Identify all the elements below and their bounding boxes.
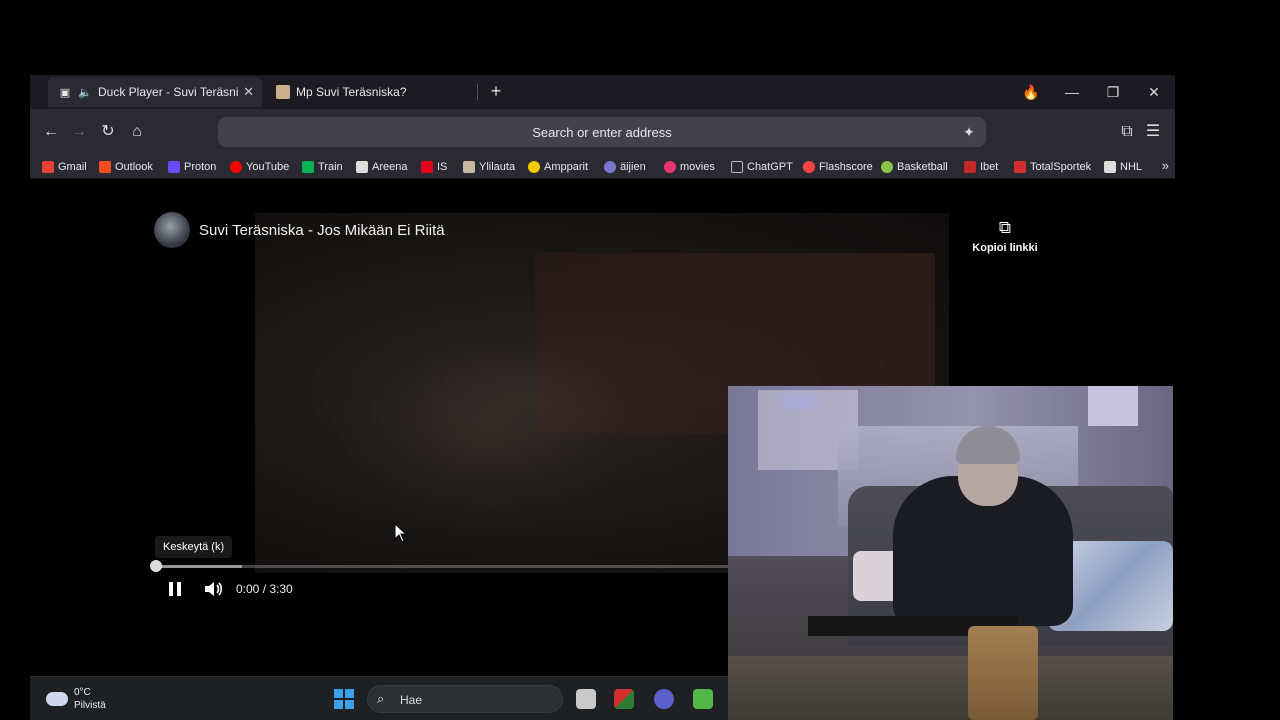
tab-strip: ▣ 🔈 Duck Player - Suvi Teräsniska ✕ Mp S… (30, 75, 1175, 109)
pause-button[interactable] (162, 576, 188, 602)
gmail-icon (42, 161, 54, 173)
windows-taskbar: 0°C Pilvistä ⌕ Hae (30, 676, 728, 720)
video-header: Suvi Teräsniska - Jos Mikään Ei Riitä (154, 212, 445, 248)
taskbar-search[interactable]: ⌕ Hae (367, 685, 563, 713)
youtube-icon (230, 161, 242, 173)
search-icon: ⌕ (377, 691, 385, 706)
bookmarks-bar: Gmail Outlook Proton YouTube Train Areen… (30, 155, 1175, 179)
tab-duck-player[interactable]: ▣ 🔈 Duck Player - Suvi Teräsniska ✕ (48, 77, 262, 107)
forward-button[interactable]: → (68, 121, 90, 143)
close-window-button[interactable]: ✕ (1142, 81, 1166, 103)
file-explorer-icon[interactable] (576, 689, 596, 709)
restore-button[interactable]: ❐ (1101, 81, 1125, 103)
channel-avatar[interactable] (154, 212, 190, 248)
bookmark-areena[interactable]: Areena (356, 159, 407, 175)
app-green-icon[interactable] (693, 689, 713, 709)
tab-title: Mp Suvi Teräsniska? (296, 85, 407, 99)
bookmark-gmail[interactable]: Gmail (42, 159, 87, 175)
proton-icon (168, 161, 180, 173)
bookmark-train[interactable]: Train (302, 159, 343, 175)
obs-icon[interactable] (654, 689, 674, 709)
basketball-icon (881, 161, 893, 173)
start-button[interactable] (334, 689, 354, 709)
volume-button[interactable] (200, 576, 226, 602)
address-placeholder: Search or enter address (532, 125, 672, 140)
copy-link-button[interactable]: ⧉ Kopioi linkki (960, 218, 1050, 254)
duck-player-icon: ▣ (59, 86, 71, 99)
progress-scrubber[interactable] (150, 560, 162, 572)
back-button[interactable]: ← (40, 121, 62, 143)
fire-button[interactable]: 🔥 (1019, 81, 1043, 103)
tab-mp-suvi[interactable]: Mp Suvi Teräsniska? (266, 77, 466, 107)
pause-icon (169, 582, 181, 596)
ylilauta-icon (463, 161, 475, 173)
bookmark-proton[interactable]: Proton (168, 159, 216, 175)
screen: ▣ 🔈 Duck Player - Suvi Teräsniska ✕ Mp S… (0, 0, 1280, 720)
video-title[interactable]: Suvi Teräsniska - Jos Mikään Ei Riitä (199, 222, 445, 239)
buffered-bar (156, 565, 242, 568)
copy-link-label: Kopioi linkki (972, 242, 1038, 254)
heart-icon (664, 161, 676, 173)
copy-icon: ⧉ (998, 218, 1012, 237)
nhl-icon (1104, 161, 1116, 173)
duck-ai-icon[interactable]: ✦ (960, 123, 978, 141)
address-bar[interactable]: Search or enter address ✦ (218, 117, 986, 147)
navigation-bar: ← → ↻ ⌂ Search or enter address ✦ ⧉ ☰ (30, 109, 1175, 155)
bookmarks-overflow-icon[interactable]: » (1162, 158, 1169, 173)
webcam-overlay (728, 386, 1173, 720)
areena-icon (356, 161, 368, 173)
bookmark-basketball[interactable]: Basketball (881, 159, 948, 175)
time-display: 0:00 / 3:30 (236, 582, 293, 596)
progress-bar[interactable] (156, 565, 728, 568)
windows-logo-icon (99, 161, 111, 173)
close-tab-icon[interactable]: ✕ (243, 84, 254, 100)
downloads-icon[interactable]: ⧉ (1116, 121, 1138, 143)
app-icon[interactable] (614, 689, 634, 709)
bookmark-ampparit[interactable]: Ampparit (528, 159, 588, 175)
weather-temperature: 0°C (74, 687, 91, 698)
windows-logo-icon (334, 689, 343, 698)
totalsportek-icon (1014, 161, 1026, 173)
speaker-icon[interactable]: 🔈 (78, 85, 92, 99)
train-icon (302, 161, 314, 173)
pause-tooltip: Keskeytä (k) (155, 536, 233, 558)
bookmark-ylilauta[interactable]: Ylilauta (463, 159, 515, 175)
volume-icon (205, 582, 223, 596)
flashscore-icon (803, 161, 815, 173)
home-button[interactable]: ⌂ (126, 121, 148, 143)
bookmark-flashscore[interactable]: Flashscore (803, 159, 873, 175)
bookmark-nhl[interactable]: NHL (1104, 159, 1142, 175)
tab-title: Duck Player - Suvi Teräsniska (98, 85, 238, 99)
bookmark-folder-icon (731, 161, 743, 173)
bookmark-outlook[interactable]: Outlook (99, 159, 153, 175)
ampparit-icon (528, 161, 540, 173)
weather-condition: Pilvistä (74, 700, 106, 711)
search-placeholder: Hae (400, 693, 423, 707)
bookmark-totalsportek[interactable]: TotalSportek (1014, 159, 1091, 175)
cloud-icon (46, 692, 68, 706)
menu-icon[interactable]: ☰ (1142, 121, 1164, 143)
ylilauta-favicon-icon (276, 85, 290, 99)
ibet-icon (964, 161, 976, 173)
aijien-icon (604, 161, 616, 173)
bookmark-ibet[interactable]: Ibet (964, 159, 998, 175)
tab-divider (477, 84, 478, 100)
minimize-button[interactable]: — (1060, 81, 1084, 103)
weather-widget[interactable]: 0°C Pilvistä (46, 686, 106, 712)
bookmark-aijien[interactable]: äijien (604, 159, 646, 175)
bookmark-is[interactable]: IS (421, 159, 447, 175)
bookmark-youtube[interactable]: YouTube (230, 159, 289, 175)
bookmark-movies[interactable]: movies (664, 159, 715, 175)
reload-button[interactable]: ↻ (97, 121, 119, 143)
bookmark-chatgpt[interactable]: ChatGPT (731, 159, 793, 175)
is-logo-icon (421, 161, 433, 173)
new-tab-button[interactable]: + (485, 81, 507, 103)
